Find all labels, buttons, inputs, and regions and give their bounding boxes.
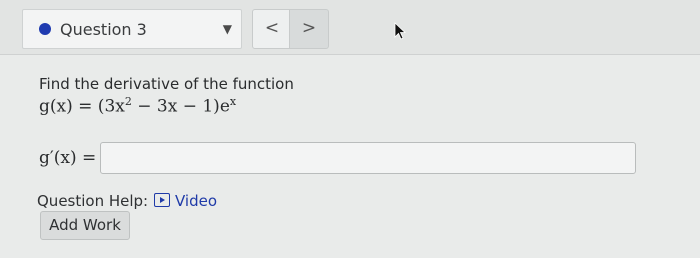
next-question-button[interactable]: >	[289, 9, 329, 49]
function-formula: g(x) = (3x2 − 3x − 1)ex	[39, 95, 236, 117]
formula-term-1-exponent: 2	[124, 95, 132, 108]
previous-question-button[interactable]: <	[252, 9, 292, 49]
question-nav-bar: Question 3 ▼ < >	[0, 0, 700, 55]
question-selector[interactable]: Question 3 ▼	[22, 9, 242, 49]
mouse-cursor-icon	[394, 22, 407, 40]
question-selector-label: Question 3	[60, 20, 147, 39]
formula-close-paren: )	[213, 96, 220, 117]
video-help-link[interactable]: Video	[154, 192, 217, 210]
question-help-label: Question Help:	[37, 192, 149, 210]
problem-prompt: Find the derivative of the function	[39, 75, 294, 93]
formula-lhs: g(x) =	[39, 96, 93, 117]
formula-term-1: 3x	[104, 96, 125, 117]
formula-term-2: − 3x − 1	[137, 96, 214, 117]
video-link-label: Video	[175, 192, 218, 210]
add-work-button[interactable]: Add Work	[40, 211, 130, 240]
answer-label: g′(x) =	[39, 148, 97, 168]
caret-down-icon: ▼	[222, 22, 232, 36]
answer-input[interactable]	[100, 142, 636, 174]
video-play-icon	[154, 193, 170, 207]
formula-e: e	[219, 96, 230, 117]
question-status-dot-icon	[39, 23, 51, 35]
formula-e-exponent: x	[229, 95, 237, 108]
